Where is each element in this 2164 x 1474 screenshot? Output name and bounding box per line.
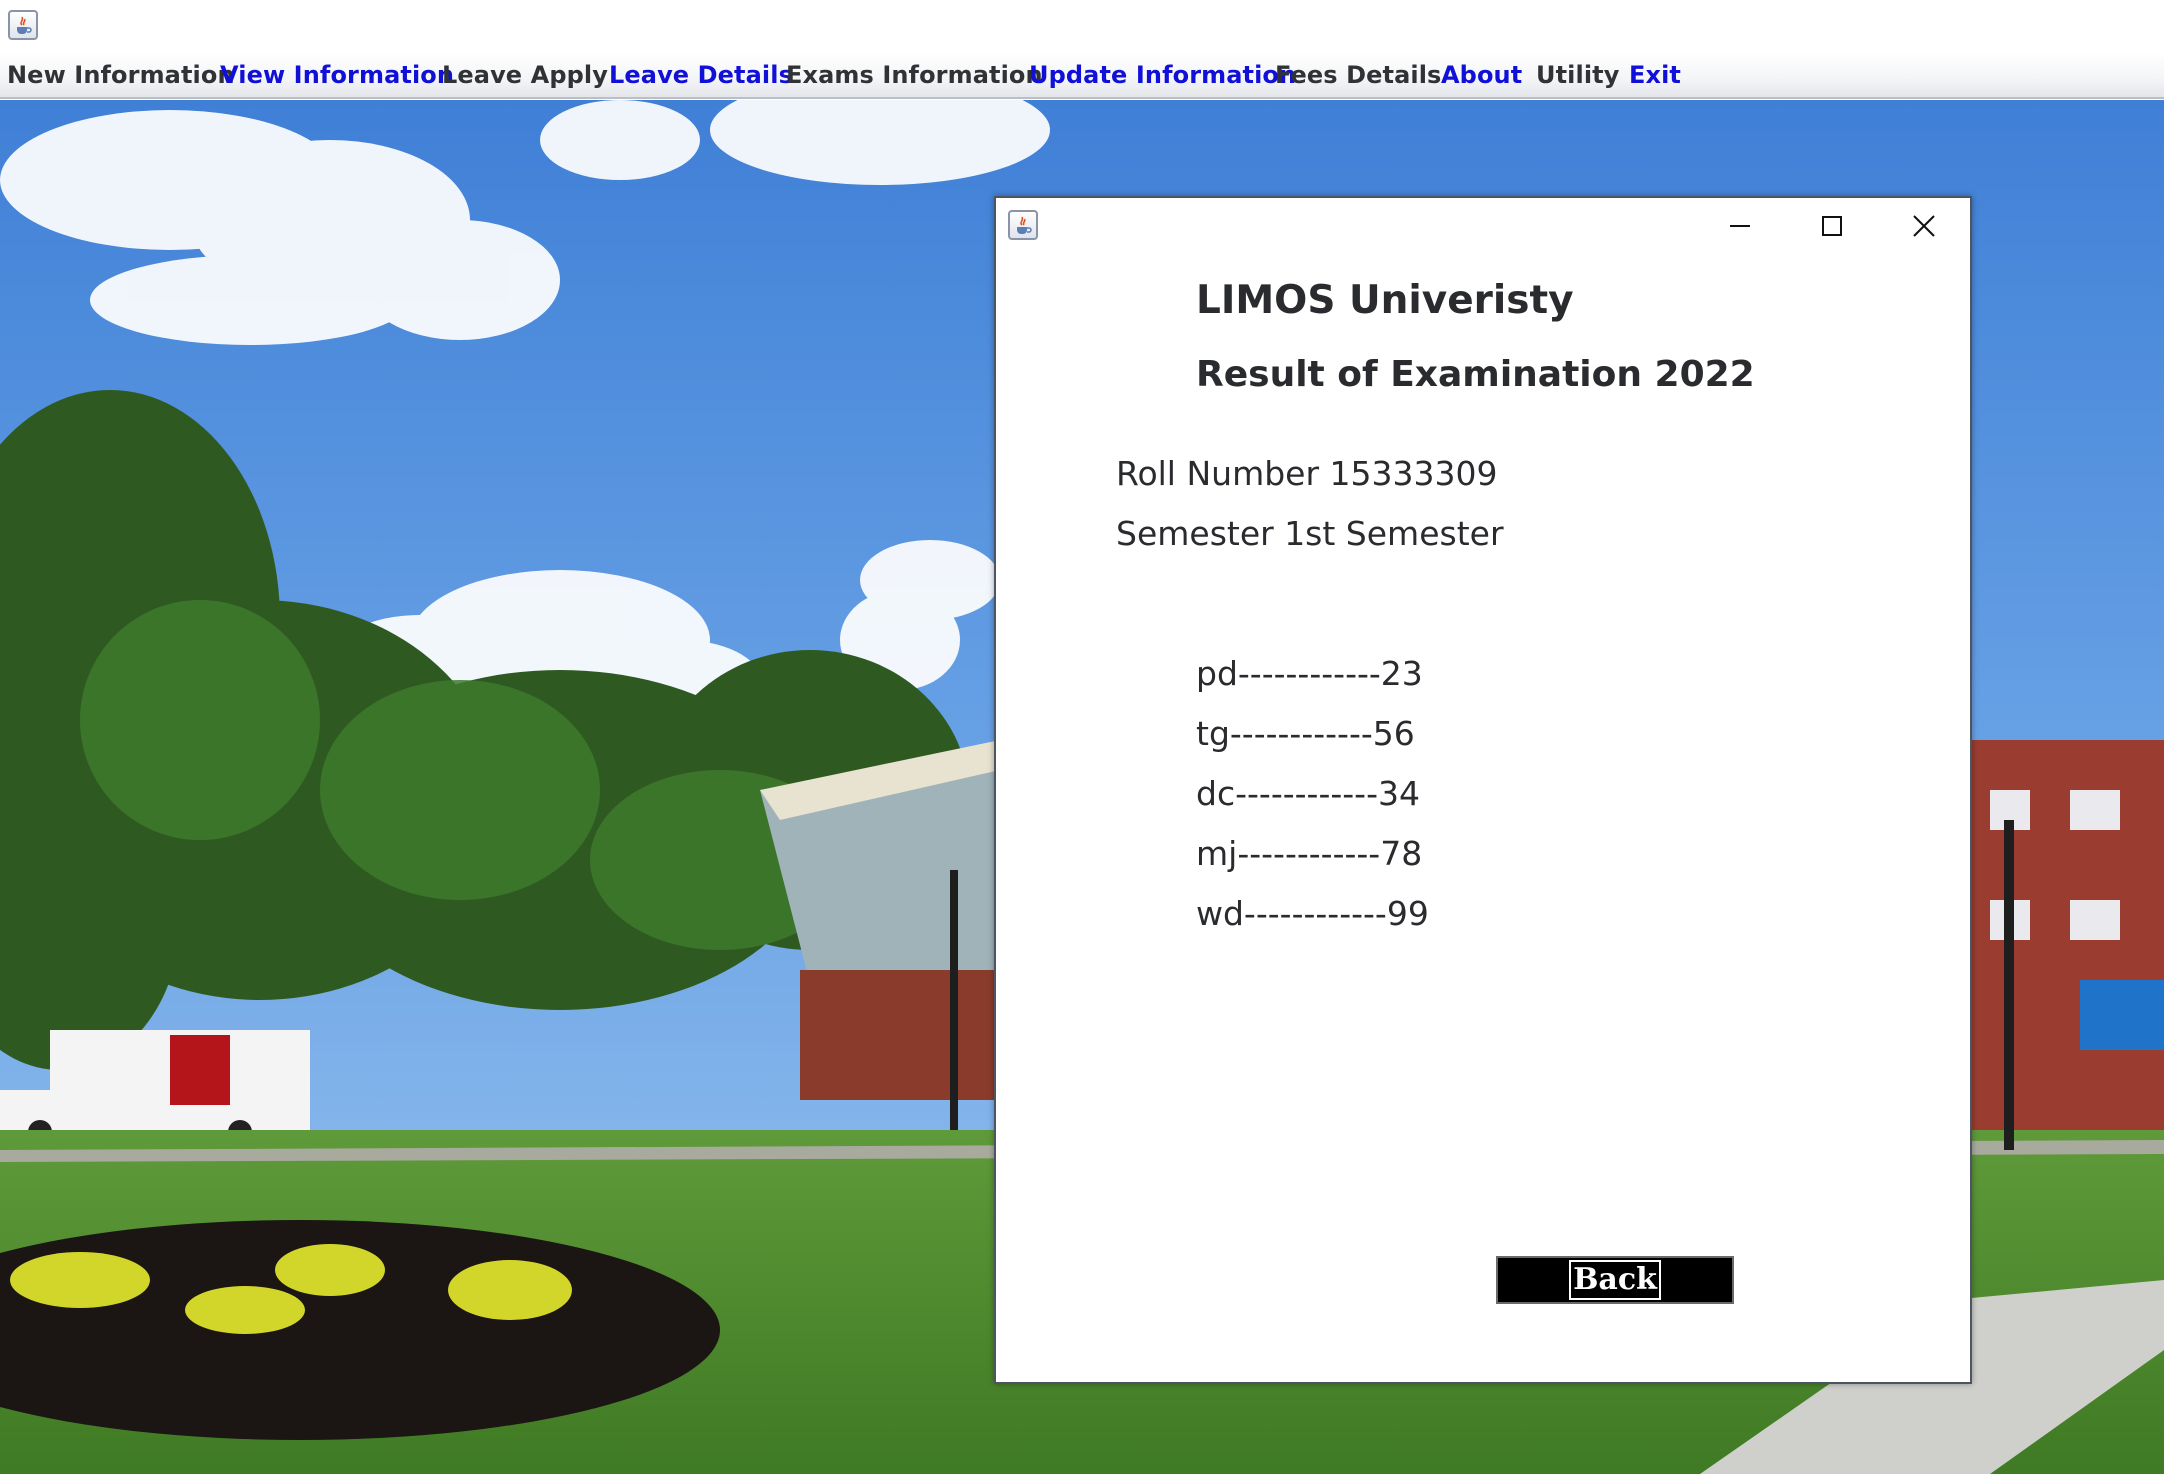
exam-heading: Result of Examination 2022	[1196, 354, 1755, 395]
minimize-icon	[1730, 225, 1750, 227]
menu-exams-information[interactable]: Exams Information	[786, 61, 1043, 89]
menu-leave-apply[interactable]: Leave Apply	[442, 61, 608, 89]
exam-result-dialog: LIMOS Univeristy Result of Examination 2…	[994, 196, 1972, 1384]
menu-view-information[interactable]: View Information	[220, 61, 454, 89]
marks-row-dc: dc------------34	[1196, 774, 1420, 813]
marks-row-tg: tg------------56	[1196, 714, 1415, 753]
back-button[interactable]: Back	[1496, 1256, 1734, 1304]
menu-fees-details[interactable]: Fees Details	[1275, 61, 1441, 89]
dialog-title-bar	[996, 198, 1970, 254]
close-button[interactable]	[1894, 206, 1954, 246]
menu-leave-details[interactable]: Leave Details	[609, 61, 793, 89]
menu-exit[interactable]: Exit	[1629, 61, 1681, 89]
java-cup-icon	[1008, 210, 1038, 240]
marks-row-mj: mj------------78	[1196, 834, 1423, 873]
menu-bar: New Information View Information Leave A…	[0, 52, 2164, 99]
main-title-bar	[0, 0, 2164, 52]
marks-row-pd: pd------------23	[1196, 654, 1423, 693]
close-icon	[1913, 215, 1935, 237]
menu-new-information[interactable]: New Information	[7, 61, 235, 89]
maximize-icon	[1822, 216, 1842, 236]
back-button-label: Back	[1569, 1260, 1661, 1300]
university-title: LIMOS Univeristy	[1196, 278, 1574, 323]
marks-row-wd: wd------------99	[1196, 894, 1429, 933]
roll-number-label: Roll Number 15333309	[1116, 454, 1498, 493]
menu-update-information[interactable]: Update Information	[1029, 61, 1296, 89]
semester-label: Semester 1st Semester	[1116, 514, 1504, 553]
java-cup-icon	[8, 10, 38, 40]
menu-utility[interactable]: Utility	[1536, 61, 1619, 89]
maximize-button[interactable]	[1802, 206, 1862, 246]
minimize-button[interactable]	[1710, 206, 1770, 246]
menu-about[interactable]: About	[1441, 61, 1522, 89]
